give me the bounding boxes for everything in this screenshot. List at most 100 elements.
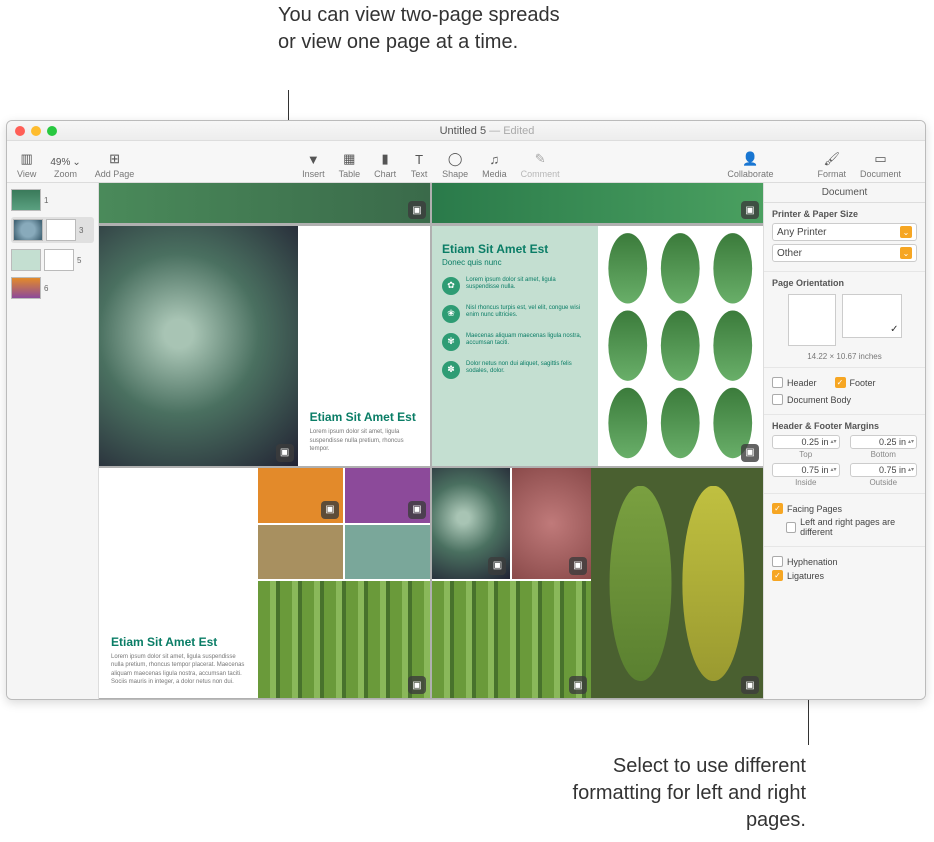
image-placeholder-icon[interactable]: ▣ — [276, 444, 294, 462]
document-canvas[interactable]: ▣ ▣ ▣ Etiam Sit Amet Est Lorem ipsum dol… — [99, 183, 763, 699]
add-page-icon: ⊞ — [106, 150, 124, 168]
printer-select[interactable]: Any Printer ⌄ — [772, 223, 917, 241]
image-placeholder-icon[interactable]: ▣ — [408, 201, 426, 219]
thumbnail-6[interactable]: 6 — [11, 277, 94, 299]
collaborate-button[interactable]: 👤Collaborate — [727, 150, 773, 179]
image-placeholder-icon[interactable]: ▣ — [569, 557, 587, 575]
section-header: Printer & Paper Size — [772, 209, 917, 219]
stepper-arrows-icon: ▴▾ — [830, 440, 836, 445]
page-4[interactable]: Etiam Sit Amet Est Lorem ipsum dolor sit… — [99, 468, 430, 698]
edited-indicator: — Edited — [486, 125, 534, 137]
orientation-portrait[interactable] — [788, 294, 836, 346]
page-thumbnails-sidebar: 1 3 5 6 — [7, 183, 99, 699]
document-name: Untitled 5 — [440, 125, 486, 137]
document-body-checkbox[interactable] — [772, 394, 783, 405]
printer-paper-section: Printer & Paper Size Any Printer ⌄ Other… — [764, 203, 925, 272]
app-window: Untitled 5 — Edited ▥ View 49%⌄ Zoom ⊞ A… — [6, 120, 926, 700]
leaf-icon: ✽ — [442, 361, 460, 379]
image-placeholder-icon[interactable]: ▣ — [741, 444, 759, 462]
section-header: Header & Footer Margins — [772, 421, 917, 431]
image-placeholder-icon[interactable]: ▣ — [408, 676, 426, 694]
body-text: Lorem ipsum dolor sit amet, ligula suspe… — [310, 428, 418, 453]
page-5[interactable]: ▣ ▣ ▣ ▣ — [432, 468, 763, 698]
shape-button[interactable]: ◯Shape — [442, 150, 468, 179]
facing-pages-checkbox[interactable]: ✓ — [772, 503, 783, 514]
paper-size-select[interactable]: Other ⌄ — [772, 244, 917, 262]
leaf-icon: ❀ — [442, 305, 460, 323]
comment-icon: ✎ — [531, 150, 549, 168]
body-text: Lorem ipsum dolor sit amet, ligula suspe… — [111, 653, 246, 687]
inspector-panel: Document Printer & Paper Size Any Printe… — [763, 183, 925, 699]
table-button[interactable]: ▦Table — [339, 150, 361, 179]
orientation-section: Page Orientation ✓ 14.22 × 10.67 inches — [764, 272, 925, 368]
page-dimensions: 14.22 × 10.67 inches — [772, 352, 917, 361]
view-button[interactable]: ▥ View — [17, 150, 36, 179]
app-body: 1 3 5 6 ▣ ▣ — [7, 183, 925, 699]
page-top-strip-right[interactable]: ▣ — [432, 183, 763, 223]
inspector-tab-document[interactable]: Document — [764, 183, 925, 203]
dropdown-caret-icon: ⌄ — [900, 226, 912, 238]
callout-top: You can view two-page spreads or view on… — [278, 2, 578, 56]
document-icon: ▭ — [871, 150, 889, 168]
media-button[interactable]: ♫Media — [482, 150, 507, 179]
document-button[interactable]: ▭Document — [860, 150, 901, 179]
page-heading: Etiam Sit Amet Est — [111, 635, 246, 649]
margin-outside-stepper[interactable]: 0.75 in▴▾ — [850, 463, 918, 477]
toolbar: ▥ View 49%⌄ Zoom ⊞ Add Page ▼Insert ▦Tab… — [7, 141, 925, 183]
minimize-window-button[interactable] — [31, 126, 41, 136]
zoom-window-button[interactable] — [47, 126, 57, 136]
page-heading: Etiam Sit Amet Est — [310, 410, 418, 424]
window-controls — [15, 126, 57, 136]
section-header: Page Orientation — [772, 278, 917, 288]
format-icon: 🖌 — [823, 150, 841, 168]
page-subheading: Donec quis nunc — [442, 258, 588, 267]
thumbnail-1[interactable]: 1 — [11, 189, 94, 211]
stepper-arrows-icon: ▴▾ — [908, 468, 914, 473]
shape-icon: ◯ — [446, 150, 464, 168]
close-window-button[interactable] — [15, 126, 25, 136]
image-placeholder-icon[interactable]: ▣ — [741, 201, 759, 219]
checkmark-icon: ✓ — [890, 324, 898, 335]
orientation-landscape[interactable]: ✓ — [842, 294, 902, 338]
collaborate-icon: 👤 — [741, 150, 759, 168]
callout-bottom: Select to use different formatting for l… — [546, 753, 806, 834]
chart-icon: ▮ — [376, 150, 394, 168]
insert-icon: ▼ — [304, 150, 322, 168]
footer-checkbox[interactable]: ✓ — [835, 377, 846, 388]
image-placeholder-icon[interactable]: ▣ — [741, 676, 759, 694]
page-2[interactable]: ▣ Etiam Sit Amet Est Lorem ipsum dolor s… — [99, 226, 430, 466]
margins-section: Header & Footer Margins 0.25 in▴▾ Top 0.… — [764, 415, 925, 494]
different-left-right-checkbox[interactable] — [786, 522, 796, 533]
margin-inside-stepper[interactable]: 0.75 in▴▾ — [772, 463, 840, 477]
text-button[interactable]: TText — [410, 150, 428, 179]
header-footer-section: Header ✓Footer Document Body — [764, 368, 925, 415]
thumbnail-spread-4-5[interactable]: 5 — [11, 249, 94, 271]
image-placeholder-icon[interactable]: ▣ — [569, 676, 587, 694]
zoom-control[interactable]: 49%⌄ Zoom — [50, 157, 80, 179]
margin-bottom-stepper[interactable]: 0.25 in▴▾ — [850, 435, 918, 449]
image-placeholder-icon[interactable]: ▣ — [488, 557, 506, 575]
view-icon: ▥ — [18, 150, 36, 168]
stepper-arrows-icon: ▴▾ — [830, 468, 836, 473]
insert-button[interactable]: ▼Insert — [302, 150, 325, 179]
image-placeholder-icon[interactable]: ▣ — [408, 501, 426, 519]
table-icon: ▦ — [340, 150, 358, 168]
page-3[interactable]: Etiam Sit Amet Est Donec quis nunc ✿Lore… — [432, 226, 763, 466]
margin-top-stepper[interactable]: 0.25 in▴▾ — [772, 435, 840, 449]
header-checkbox[interactable] — [772, 377, 783, 388]
ligatures-checkbox[interactable]: ✓ — [772, 570, 783, 581]
leaf-icon: ✿ — [442, 277, 460, 295]
facing-pages-section: ✓Facing Pages Left and right pages are d… — [764, 494, 925, 547]
thumbnail-spread-2-3[interactable]: 3 — [11, 217, 94, 243]
format-button[interactable]: 🖌Format — [817, 150, 846, 179]
add-page-button[interactable]: ⊞ Add Page — [95, 150, 135, 179]
page-top-strip-left[interactable]: ▣ — [99, 183, 430, 223]
chart-button[interactable]: ▮Chart — [374, 150, 396, 179]
window-title: Untitled 5 — Edited — [57, 125, 917, 137]
image-placeholder-icon[interactable]: ▣ — [321, 501, 339, 519]
comment-button[interactable]: ✎Comment — [521, 150, 560, 179]
hyphenation-checkbox[interactable] — [772, 556, 783, 567]
leaf-icon: ✾ — [442, 333, 460, 351]
stepper-arrows-icon: ▴▾ — [908, 440, 914, 445]
page-heading: Etiam Sit Amet Est — [442, 242, 588, 256]
